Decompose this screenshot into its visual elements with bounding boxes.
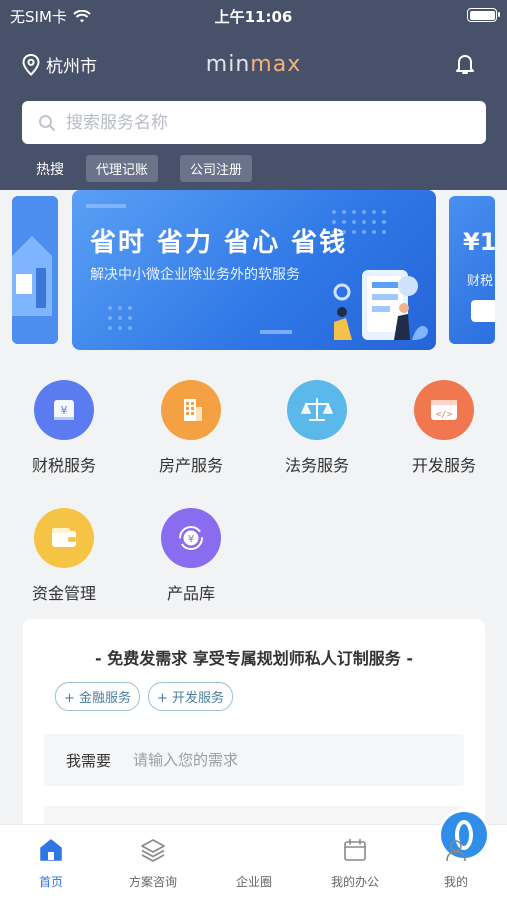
layers-icon xyxy=(141,839,165,862)
banner-next-card[interactable]: ¥1 财税 xyxy=(449,196,495,344)
search-bar[interactable] xyxy=(22,101,486,144)
request-card: - 免费发需求 享受专属规划师私人订制服务 - + 金融服务 + 开发服务 我需… xyxy=(23,619,485,839)
service-property[interactable]: 房产服务 xyxy=(136,380,246,476)
need-input[interactable] xyxy=(133,751,394,769)
need-label: 我需要 xyxy=(66,751,112,770)
tab-home[interactable]: 首页 xyxy=(6,825,96,900)
header: 无SIM卡 上午11:06 杭州市 minmax 热搜 代理记 xyxy=(0,0,507,190)
search-icon xyxy=(39,114,55,131)
hot-chip-company-registration[interactable]: 公司注册 xyxy=(180,155,253,182)
tab-me[interactable]: 我的 xyxy=(411,825,501,900)
battery-icon xyxy=(467,8,500,22)
svg-text:</>: </> xyxy=(436,410,453,420)
scale-icon xyxy=(287,380,347,440)
search-input[interactable] xyxy=(66,112,446,133)
service-tax[interactable]: ¥ 财税服务 xyxy=(9,380,119,476)
svg-text:¥: ¥ xyxy=(61,404,68,417)
banner-carousel[interactable]: 省时 省力 省心 省钱 解决中小微企业除业务外的软服务 ¥1 财税 xyxy=(0,190,507,352)
tax-icon: ¥ xyxy=(34,380,94,440)
svg-text:¥: ¥ xyxy=(188,534,194,545)
next-card-subtitle: 财税 xyxy=(467,274,494,289)
app-logo: minmax xyxy=(205,52,302,77)
tab-my-office[interactable]: 我的办公 xyxy=(310,825,400,900)
yuan-cycle-icon: ¥ xyxy=(161,508,221,568)
hot-search: 热搜 代理记账 公司注册 xyxy=(36,155,253,182)
user-icon xyxy=(446,840,466,862)
next-card-button xyxy=(471,300,495,322)
calendar-icon xyxy=(344,838,366,861)
bell-icon[interactable] xyxy=(453,52,477,76)
service-products[interactable]: ¥ 产品库 xyxy=(136,508,246,604)
banner-prev-card[interactable] xyxy=(12,196,58,344)
request-card-title: - 免费发需求 享受专属规划师私人订制服务 - xyxy=(95,649,413,668)
tag-development[interactable]: + 开发服务 xyxy=(148,682,234,711)
tab-enterprise-circle[interactable]: 企业圈 xyxy=(209,809,490,900)
banner-subtitle: 解决中小微企业除业务外的软服务 xyxy=(90,267,300,283)
code-icon: </> xyxy=(414,380,474,440)
banner-title: 省时 省力 省心 省钱 xyxy=(90,228,348,258)
request-tags: + 金融服务 + 开发服务 xyxy=(55,682,234,711)
service-dev[interactable]: </> 开发服务 xyxy=(389,380,499,476)
main-banner[interactable]: 省时 省力 省心 省钱 解决中小微企业除业务外的软服务 xyxy=(72,190,436,350)
house-illustration xyxy=(12,196,58,344)
status-bar: 无SIM卡 上午11:06 xyxy=(0,0,507,32)
wallet-icon xyxy=(34,508,94,568)
service-funds[interactable]: 资金管理 xyxy=(9,508,119,604)
tab-consulting[interactable]: 方案咨询 xyxy=(108,825,198,900)
status-time: 上午11:06 xyxy=(214,8,293,26)
tag-finance[interactable]: + 金融服务 xyxy=(55,682,141,711)
building-icon xyxy=(161,380,221,440)
service-legal[interactable]: 法务服务 xyxy=(262,380,372,476)
tab-bar: 首页 方案咨询 企业圈 我的办公 我的 xyxy=(0,809,507,900)
hot-chip-bookkeeping[interactable]: 代理记账 xyxy=(86,155,159,182)
hot-search-label: 热搜 xyxy=(36,161,64,178)
next-card-title: ¥1 xyxy=(463,228,495,256)
need-row[interactable]: 我需要 xyxy=(44,734,464,786)
home-icon xyxy=(40,839,62,861)
